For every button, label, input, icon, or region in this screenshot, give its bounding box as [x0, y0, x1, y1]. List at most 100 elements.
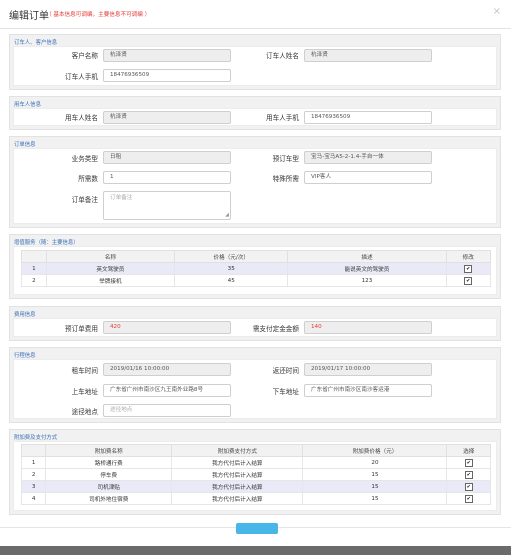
- orderer-section: 订车人、客户信息 客户名称 杭泽贤 订车人姓名 杭泽贤 订车人手机 184769…: [9, 34, 501, 90]
- backdrop-bottom: [0, 546, 511, 555]
- extra-checkbox[interactable]: ✔: [464, 482, 473, 491]
- extra-checkbox[interactable]: ✔: [464, 470, 473, 479]
- pickup-address-input[interactable]: 广东省广州市南沙区九王南外业路8号: [103, 384, 231, 397]
- service-checkbox[interactable]: ✔: [464, 276, 473, 285]
- services-col-no: [21, 250, 47, 263]
- order-remark-textarea[interactable]: 订单备注 ◢: [103, 191, 231, 220]
- pickup-time-field[interactable]: 2019/01/16 10:00:00: [103, 363, 231, 376]
- save-button[interactable]: [236, 523, 278, 534]
- user-section-title: 用车人信息: [14, 102, 41, 108]
- table-row[interactable]: 3 司机津贴 我方代付后计入结算 15 ✔: [20, 480, 491, 493]
- extra-checkbox[interactable]: ✔: [464, 458, 473, 467]
- estimate-fee-label: 预订单费用: [65, 325, 98, 333]
- extra-method: 我方代付后计入结算: [171, 492, 304, 505]
- extra-method: 我方代付后计入结算: [171, 456, 304, 469]
- extra-price: 15: [302, 480, 448, 493]
- services-section: 增值服务（随：主要信息） 名称 价格（元/次） 描述 修改 1 英文驾驶员 35…: [9, 234, 501, 299]
- close-icon[interactable]: ×: [493, 6, 501, 17]
- row-number: 1: [21, 262, 47, 275]
- service-checkbox[interactable]: ✔: [464, 264, 473, 273]
- order-section: 订单信息 业务类型 日租 预订车型 宝马-宝马A5-2-1.4-手自一体 所需数…: [9, 136, 501, 228]
- resize-grip-icon[interactable]: ◢: [225, 213, 229, 218]
- orderer-phone-label: 订车人手机: [65, 73, 98, 81]
- extra-check-cell: ✔: [446, 480, 491, 493]
- extras-table-header: 附加费名称 附加费支付方式 附加费价格（元） 选择: [20, 444, 491, 457]
- user-phone-input[interactable]: 18476936509: [304, 111, 432, 124]
- trip-section-title: 行程信息: [14, 353, 36, 359]
- prepay-label: 需支付定金金额: [252, 325, 299, 333]
- via-input[interactable]: 途径地点: [103, 404, 231, 417]
- customer-name-field: 杭泽贤: [103, 49, 231, 62]
- dropoff-address-input[interactable]: 广东省广州市南沙区南沙客运港: [304, 384, 432, 397]
- services-col-desc: 描述: [287, 250, 447, 263]
- order-section-title: 订单信息: [14, 142, 36, 148]
- services-col-price: 价格（元/次）: [174, 250, 289, 263]
- services-col-modify: 修改: [445, 250, 492, 263]
- edit-order-modal: 编辑订单 （ 基本信息可调编，主要信息不可调编 ） × 订车人、客户信息 客户名…: [0, 0, 511, 555]
- special-needs-label: 特殊所需: [272, 175, 299, 183]
- prepay-field: 140: [304, 321, 432, 334]
- pickup-time-label: 租车时间: [71, 367, 98, 375]
- extra-name: 司机津贴: [45, 480, 173, 493]
- extra-checkbox[interactable]: ✔: [464, 494, 473, 503]
- extra-price: 15: [302, 468, 448, 481]
- extra-method: 我方代付后计入结算: [171, 468, 304, 481]
- row-number: 2: [21, 274, 47, 287]
- extra-name: 停车费: [45, 468, 173, 481]
- via-label: 途径地点: [71, 408, 98, 416]
- services-col-name: 名称: [45, 250, 176, 263]
- table-row[interactable]: 2 举牌接机 45 123 ✔: [21, 274, 492, 287]
- business-type-field: 日租: [103, 151, 231, 164]
- extra-check-cell: ✔: [446, 456, 491, 469]
- order-section-body: 业务类型 日租 预订车型 宝马-宝马A5-2-1.4-手自一体 所需数 1 特殊…: [13, 148, 497, 224]
- services-section-title: 增值服务（随：主要信息）: [14, 240, 79, 246]
- service-desc: 123: [287, 274, 447, 287]
- pickup-address-label: 上车地址: [71, 388, 98, 396]
- services-section-body: 名称 价格（元/次） 描述 修改 1 英文驾驶员 35 能说英文的驾驶员 ✔ 2…: [13, 246, 497, 295]
- orderer-section-body: 客户名称 杭泽贤 订车人姓名 杭泽贤 订车人手机 18476936509: [13, 46, 497, 86]
- extras-section-title: 附加费及支付方式: [14, 435, 58, 441]
- fee-section-body: 预订单费用 420 需支付定金金额 140: [13, 318, 497, 337]
- fee-section: 费用信息 预订单费用 420 需支付定金金额 140: [9, 306, 501, 341]
- table-row[interactable]: 1 英文驾驶员 35 能说英文的驾驶员 ✔: [21, 262, 492, 275]
- car-model-field: 宝马-宝马A5-2-1.4-手自一体: [304, 151, 432, 164]
- table-row[interactable]: 1 路桥通行费 我方代付后计入结算 20 ✔: [20, 456, 491, 469]
- service-desc: 能说英文的驾驶员: [287, 262, 447, 275]
- car-count-input[interactable]: 1: [103, 171, 231, 184]
- extras-col-price: 附加费价格（元）: [302, 444, 448, 457]
- special-needs-input[interactable]: VIP客人: [304, 171, 432, 184]
- row-number: 1: [20, 456, 47, 469]
- service-check-cell: ✔: [445, 262, 492, 275]
- modal-note: （ 基本信息可调编，主要信息不可调编 ）: [46, 12, 151, 18]
- return-time-label: 返还时间: [272, 367, 299, 375]
- user-section: 用车人信息 用车人姓名 杭泽贤 用车人手机 18476936509: [9, 96, 501, 130]
- fee-section-title: 费用信息: [14, 312, 36, 318]
- table-row[interactable]: 4 司机外地住宿费 我方代付后计入结算 15 ✔: [20, 492, 491, 505]
- car-model-label: 预订车型: [272, 155, 299, 163]
- modal-header: 编辑订单 （ 基本信息可调编，主要信息不可调编 ） ×: [0, 0, 511, 29]
- extras-table: 附加费名称 附加费支付方式 附加费价格（元） 选择 1 路桥通行费 我方代付后计…: [20, 444, 491, 505]
- orderer-name-field: 杭泽贤: [304, 49, 432, 62]
- trip-section: 行程信息 租车时间 2019/01/16 10:00:00 返还时间 2019/…: [9, 347, 501, 423]
- extra-price: 15: [302, 492, 448, 505]
- user-section-body: 用车人姓名 杭泽贤 用车人手机 18476936509: [13, 108, 497, 126]
- extras-col-method: 附加费支付方式: [171, 444, 304, 457]
- extra-method: 我方代付后计入结算: [171, 480, 304, 493]
- service-check-cell: ✔: [445, 274, 492, 287]
- extra-name: 路桥通行费: [45, 456, 173, 469]
- extras-section: 附加费及支付方式 附加费名称 附加费支付方式 附加费价格（元） 选择 1 路桥通…: [9, 429, 501, 515]
- service-name: 英文驾驶员: [45, 262, 176, 275]
- orderer-phone-input[interactable]: 18476936509: [103, 69, 231, 82]
- service-price: 35: [174, 262, 289, 275]
- order-remark-placeholder: 订单备注: [110, 195, 133, 201]
- table-row[interactable]: 2 停车费 我方代付后计入结算 15 ✔: [20, 468, 491, 481]
- estimate-fee-field: 420: [103, 321, 231, 334]
- car-count-label: 所需数: [78, 175, 98, 183]
- return-time-field[interactable]: 2019/01/17 10:00:00: [304, 363, 432, 376]
- services-table-header: 名称 价格（元/次） 描述 修改: [21, 250, 492, 263]
- extra-name: 司机外地住宿费: [45, 492, 173, 505]
- user-name-label: 用车人姓名: [65, 114, 98, 122]
- customer-name-label: 客户名称: [71, 52, 98, 60]
- extra-check-cell: ✔: [446, 468, 491, 481]
- extras-col-name: 附加费名称: [45, 444, 173, 457]
